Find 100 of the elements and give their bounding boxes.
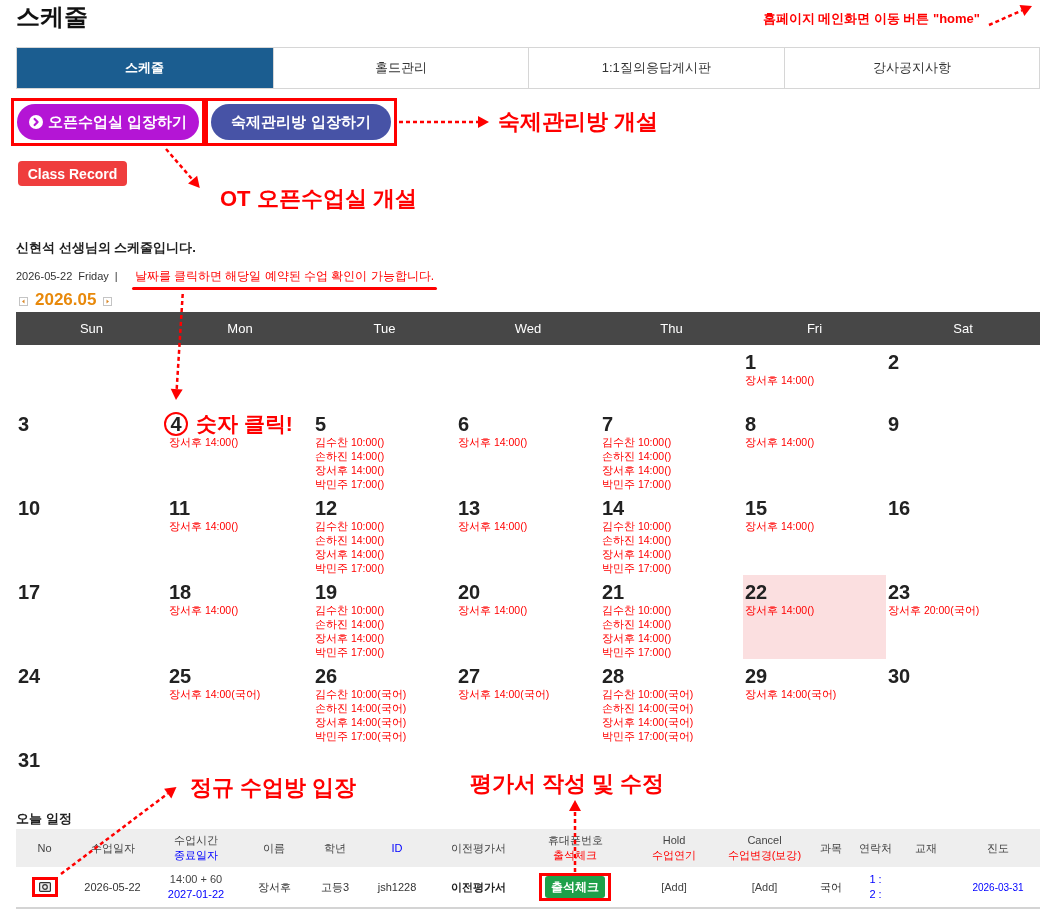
column-header: 과목 [820,841,842,856]
table-cell: 2027-01-22 [167,887,225,902]
table-cell: 14:00 + 60 [169,872,223,887]
table-cell: 이전평가서 [451,879,506,895]
day-cell[interactable]: 16 [886,491,1040,575]
day-cell[interactable]: 21 김수찬 10:00() 손하진 14:00() 장서후 14:00() 박민주 17:00() [600,575,743,659]
day-number: 21 [602,581,625,603]
schedule-entry: 박민주 17:00() [315,561,385,575]
annotation-text: OT 오픈수업실 개설 [220,186,417,212]
day-cell[interactable]: 22 장서후 14:00() [743,575,886,659]
schedule-entry: 김수찬 10:00() [602,519,672,533]
day-number: 19 [315,581,338,603]
column-header: Hold [662,833,686,848]
day-cell[interactable]: 24 [16,659,167,743]
schedule-entry: 손하진 14:00() [602,533,672,547]
schedule-entry: 김수찬 10:00(국어) [602,687,694,701]
schedule-entry: 박민주 17:00(국어) [315,729,407,743]
day-cell[interactable]: 5 김수찬 10:00() 손하진 14:00() 장서후 14:00() 박민주 17:00() [313,407,456,491]
schedule-entry: 손하진 14:00() [315,617,385,631]
schedule-entry: 손하진 14:00(국어) [315,701,407,715]
schedule-entry: 손하진 14:00(국어) [602,701,694,715]
day-number: 24 [18,665,41,687]
day-cell[interactable]: 25 장서후 14:00(국어) [167,659,313,743]
day-cell[interactable]: 20 장서후 14:00() [456,575,600,659]
schedule-entry: 장서후 14:00(국어) [602,715,694,729]
open-class-button[interactable]: 오픈수업실 입장하기 [17,104,199,140]
day-cell[interactable]: 12 김수찬 10:00() 손하진 14:00() 장서후 14:00() 박민주 17:00() [313,491,456,575]
column-header: 이름 [263,841,285,856]
day-cell[interactable]: 29 장서후 14:00(국어) [743,659,886,743]
day-number: 30 [888,665,911,687]
month-label: 2026.05 [35,291,97,309]
schedule-entry: 장서후 14:00() [602,463,672,477]
schedule-entry: 손하진 14:00() [602,449,672,463]
schedule-entry: 장서후 14:00() [458,435,528,449]
column-subheader: 수업변경(보강) [727,848,802,863]
schedule-entry: 장서후 14:00() [602,547,672,561]
weekday-label: Wed [514,321,542,336]
day-cell[interactable]: 11 장서후 14:00() [167,491,313,575]
day-number: 23 [888,581,911,603]
day-cell[interactable]: 14 김수찬 10:00() 손하진 14:00() 장서후 14:00() 박민주 17:00() [600,491,743,575]
schedule-entry: 장서후 14:00(국어) [458,687,550,701]
caret-left-icon[interactable] [19,297,28,306]
day-cell[interactable]: 17 [16,575,167,659]
day-number: 11 [169,497,191,519]
tab[interactable]: 스케줄 [17,48,273,88]
annotation-arrow [988,4,1032,27]
schedule-entry: 장서후 14:00() [315,463,385,477]
schedule-entry: 장서후 14:00() [745,603,815,617]
day-cell[interactable]: 23 장서후 20:00(국어) [886,575,1040,659]
day-cell[interactable]: 15 장서후 14:00() [743,491,886,575]
table-link[interactable]: [Add] [661,879,687,895]
schedule-entry: 장서후 14:00(국어) [745,687,837,701]
day-cell[interactable]: 28 김수찬 10:00(국어) 손하진 14:00(국어) 장서후 14:00(국어) 박민주 17:00(국어) [600,659,743,743]
schedule-entry: 장서후 14:00() [745,373,815,387]
day-number: 9 [888,413,900,435]
day-cell[interactable]: 10 [16,491,167,575]
annotation-arrow [165,148,200,188]
chevron-circle-icon [28,115,43,129]
caret-right-icon[interactable] [103,297,113,306]
weekday-text: Friday [78,269,109,284]
column-subheader: 출석체크 [553,848,597,863]
schedule-entry: 손하진 14:00() [602,617,672,631]
day-cell[interactable]: 13 장서후 14:00() [456,491,600,575]
column-header: 교재 [914,841,937,856]
camera-icon[interactable] [38,882,51,892]
day-number: 4 [170,413,182,435]
day-cell[interactable]: 18 장서후 14:00() [167,575,313,659]
schedule-heading: 신현석 선생님의 스케줄입니다. [16,240,196,256]
day-number: 20 [458,581,481,603]
schedule-entry: 장서후 14:00() [169,603,239,617]
day-cell[interactable]: 1 장서후 14:00() [743,345,886,407]
day-cell[interactable]: 9 [886,407,1040,491]
weekday-label: Sat [953,321,973,336]
day-cell[interactable]: 7 김수찬 10:00() 손하진 14:00() 장서후 14:00() 박민주 17:00() [600,407,743,491]
day-cell[interactable]: 4 숫자 클릭! 장서후 14:00() [167,407,313,491]
hint-text: 날짜를 클릭하면 해당일 예약된 수업 확인이 가능합니다. [134,268,435,284]
column-header: No [37,841,52,856]
table-link[interactable]: [Add] [751,879,778,895]
day-cell[interactable]: 26 김수찬 10:00(국어) 손하진 14:00(국어) 장서후 14:00(국어) 박민주 17:00(국어) [313,659,456,743]
day-cell[interactable]: 2 [886,345,1040,407]
column-header: Cancel [747,833,782,848]
day-cell[interactable]: 6 장서후 14:00() [456,407,600,491]
day-cell[interactable]: 19 김수찬 10:00() 손하진 14:00() 장서후 14:00() 박민주 17:00() [313,575,456,659]
day-cell[interactable]: 27 장서후 14:00(국어) [456,659,600,743]
day-cell[interactable]: 31 [16,743,167,805]
annotation-text: 홈페이지 메인화면 이동 버튼 "home" [762,11,980,27]
table-link[interactable]: 2026-03-31 [972,879,1024,895]
schedule-entry: 장서후 14:00() [315,547,385,561]
day-number: 16 [888,497,911,519]
day-cell[interactable]: 3 [16,407,167,491]
column-header: 연락처 [859,841,892,856]
schedule-entry: 김수찬 10:00(국어) [315,687,407,701]
class-record-button[interactable]: Class Record [18,161,127,186]
schedule-entry: 김수찬 10:00() [315,435,385,449]
day-number: 17 [18,581,41,603]
day-cell[interactable]: 30 [886,659,1040,743]
column-header: 이전평가서 [451,841,506,856]
schedule-entry: 박민주 17:00() [602,477,672,491]
day-cell[interactable]: 8 장서후 14:00() [743,407,886,491]
homework-room-button[interactable]: 숙제관리방 입장하기 [211,104,391,140]
